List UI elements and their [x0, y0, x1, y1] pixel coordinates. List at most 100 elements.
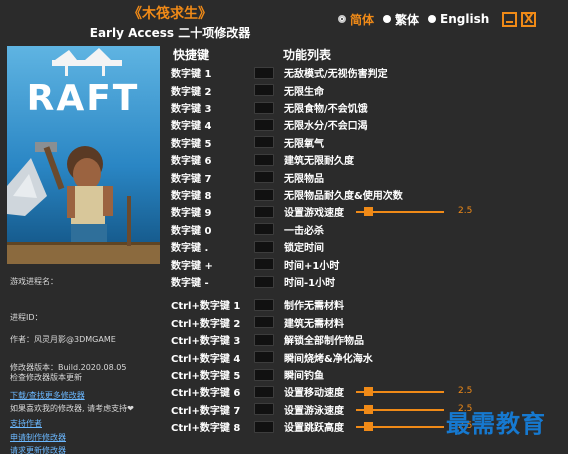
hotkey-toggle[interactable]: [254, 316, 274, 329]
hotkey-toggle[interactable]: [254, 385, 274, 398]
hotkey-toggle[interactable]: [254, 188, 274, 201]
hotkey-function-label: 瞬间钓鱼: [284, 371, 324, 383]
hotkey-row: 数字键 5 无限氧气: [166, 134, 568, 152]
hotkey-toggle[interactable]: [254, 298, 274, 311]
hotkey-function-label: 无限氧气: [284, 138, 324, 150]
value-slider-thumb[interactable]: [364, 422, 374, 431]
hotkey-key-label: 数字键 2: [171, 86, 212, 98]
hotkey-toggle[interactable]: [254, 84, 274, 97]
hotkey-function-label: 解锁全部制作物品: [284, 336, 364, 348]
radio-icon: [383, 15, 392, 23]
hotkey-toggle[interactable]: [254, 171, 274, 184]
hotkey-row: 数字键 9 设置游戏速度 2.5: [166, 203, 568, 221]
radio-icon: [428, 15, 437, 23]
hotkey-toggle[interactable]: [254, 118, 274, 131]
slider-value-text: 2.5: [458, 386, 473, 397]
hotkey-function-label: 时间+1小时: [284, 260, 340, 272]
trainer-subtitle: Early Access 二十项修改器: [89, 26, 251, 40]
hotkey-toggle[interactable]: [254, 223, 274, 236]
hotkey-toggle[interactable]: [254, 333, 274, 346]
lang-label: 简体: [350, 12, 375, 27]
hotkey-row: Ctrl+数字键 5 瞬间钓鱼: [166, 366, 568, 384]
hotkey-row: 数字键 0 一击必杀: [166, 221, 568, 239]
watermark-text: 最需教育: [446, 409, 546, 438]
hotkey-toggle[interactable]: [254, 351, 274, 364]
hotkey-function-label: 无敌模式/无视伤害判定: [284, 69, 388, 81]
hotkey-toggle[interactable]: [254, 403, 274, 416]
hotkey-key-label: Ctrl+数字键 2: [171, 318, 241, 330]
download-more-link[interactable]: 下载/查找更多修改器: [10, 390, 85, 402]
lang-option-traditional[interactable]: 繁体: [383, 11, 419, 28]
hotkey-function-label: 瞬间烧烤&净化海水: [284, 353, 373, 365]
close-button[interactable]: X: [521, 11, 537, 27]
hotkey-row: 数字键 8 无限物品耐久度&使用次数: [166, 186, 568, 204]
hotkey-function-label: 一击必杀: [284, 225, 324, 237]
hotkey-key-label: 数字键 5: [171, 138, 212, 150]
value-slider-thumb[interactable]: [364, 387, 374, 397]
hotkey-function-label: 设置跳跃高度: [284, 423, 344, 435]
hotkey-toggle[interactable]: [254, 101, 274, 114]
lang-option-english[interactable]: English: [428, 12, 489, 26]
game-cover-image: RAFT: [7, 46, 160, 264]
hotkey-key-label: 数字键 +: [171, 260, 213, 272]
hotkey-key-label: 数字键 6: [171, 156, 212, 168]
hotkey-key-label: 数字键 4: [171, 121, 212, 133]
hotkey-toggle[interactable]: [254, 240, 274, 253]
hotkey-row: Ctrl+数字键 1 制作无需材料: [166, 296, 568, 314]
hotkey-function-label: 设置移动速度: [284, 388, 344, 400]
hotkey-function-label: 设置游戏速度: [284, 208, 344, 220]
hotkey-toggle[interactable]: [254, 420, 274, 433]
language-selector: 简体 繁体 English X: [338, 10, 537, 28]
lang-label: 繁体: [395, 12, 420, 27]
hotkey-toggle[interactable]: [254, 368, 274, 381]
hotkey-row: 数字键 6 建筑无限耐久度: [166, 151, 568, 169]
function-column-header: 功能列表: [283, 48, 332, 62]
hotkey-row: 数字键 4 无限水分/不会口渴: [166, 116, 568, 134]
hotkey-row: Ctrl+数字键 4 瞬间烧烤&净化海水: [166, 348, 568, 366]
hotkey-function-label: 锁定时间: [284, 243, 324, 255]
hotkey-function-label: 建筑无限耐久度: [284, 156, 354, 168]
hotkey-key-label: 数字键 7: [171, 173, 212, 185]
minimize-button[interactable]: [502, 11, 518, 27]
hotkey-key-label: Ctrl+数字键 8: [171, 423, 241, 435]
hotkey-key-label: 数字键 9: [171, 208, 212, 220]
hotkey-toggle[interactable]: [254, 258, 274, 271]
hotkey-row: Ctrl+数字键 3 解锁全部制作物品: [166, 331, 568, 349]
slider-value-text: 2.5: [458, 206, 473, 217]
hotkey-function-label: 设置游泳速度: [284, 405, 344, 417]
support-author-link[interactable]: 支持作者: [10, 418, 42, 430]
support-text: 如果喜欢我的修改器, 请考虑支持❤: [10, 404, 134, 413]
radio-selected-icon: [338, 15, 346, 23]
hotkey-key-label: 数字键 .: [171, 243, 209, 255]
hotkey-key-label: 数字键 8: [171, 191, 212, 203]
hotkey-key-label: 数字键 1: [171, 69, 212, 81]
value-slider-thumb[interactable]: [364, 207, 374, 217]
hotkey-toggle[interactable]: [254, 153, 274, 166]
hotkey-row: 数字键 2 无限生命: [166, 81, 568, 99]
hotkey-function-label: 无限生命: [284, 86, 324, 98]
hotkey-toggle[interactable]: [254, 66, 274, 79]
request-trainer-link[interactable]: 申请制作修改器: [10, 432, 66, 444]
hotkey-key-label: Ctrl+数字键 7: [171, 405, 241, 417]
lang-option-simplified[interactable]: 简体: [338, 11, 374, 28]
hotkey-function-label: 无限食物/不会饥饿: [284, 104, 368, 116]
hotkey-key-label: 数字键 3: [171, 104, 212, 116]
request-update-link[interactable]: 请求更新修改器: [10, 445, 66, 454]
hotkey-row: 数字键 3 无限食物/不会饥饿: [166, 99, 568, 117]
hotkey-function-label: 建筑无需材料: [284, 318, 344, 330]
hotkey-row: 数字键 1 无敌模式/无视伤害判定: [166, 64, 568, 82]
hotkey-list: 数字键 1 无敌模式/无视伤害判定 数字键 2 无限生命 数字键 3 无限食物/不会饥饿数…: [166, 64, 568, 454]
hotkey-toggle[interactable]: [254, 275, 274, 288]
hotkey-function-label: 时间-1小时: [284, 278, 336, 290]
hotkey-row: 数字键 . 锁定时间: [166, 238, 568, 256]
process-id-label: 进程ID：: [10, 313, 43, 322]
hotkey-toggle[interactable]: [254, 205, 274, 218]
title-block: 《木筏求生》 Early Access 二十项修改器: [70, 4, 270, 42]
author-text: 作者：风灵月影@3DMGAME: [10, 335, 116, 344]
hotkey-toggle[interactable]: [254, 136, 274, 149]
raft-cover-art: RAFT: [7, 46, 160, 264]
hotkey-column-header: 快捷键: [173, 48, 210, 62]
hotkey-key-label: Ctrl+数字键 1: [171, 301, 241, 313]
value-slider-thumb[interactable]: [364, 404, 374, 414]
hotkey-row: 数字键 - 时间-1小时: [166, 273, 568, 291]
